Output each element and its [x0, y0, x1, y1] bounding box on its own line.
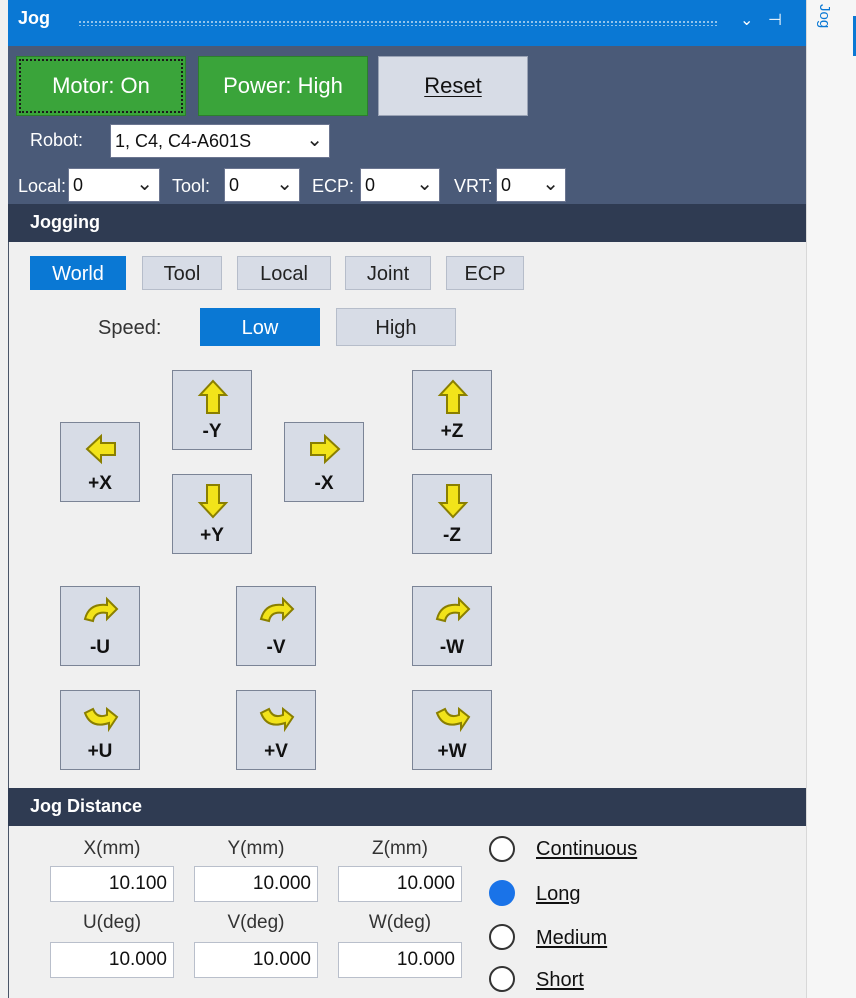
ecp-select-value: 0 — [365, 175, 376, 195]
radio-medium-label[interactable]: Medium — [536, 927, 607, 950]
jog-label: -Z — [443, 525, 461, 546]
pin-icon[interactable]: ⊣ — [768, 10, 782, 30]
side-tab-jog[interactable]: Jog — [813, 4, 856, 64]
arrow-right-icon — [310, 433, 341, 465]
jog-label: -X — [314, 473, 334, 494]
jog-label: +U — [87, 741, 113, 762]
jog-label: +V — [264, 741, 288, 762]
reset-button[interactable]: Reset — [378, 56, 528, 116]
jog-minus-w-button[interactable]: -W — [412, 586, 492, 666]
jog-plus-z-button[interactable]: +Z — [412, 370, 492, 450]
jog-plus-v-button[interactable]: +V — [236, 690, 316, 770]
arrow-down-icon — [437, 484, 469, 519]
local-select[interactable]: 0 ⌄ — [68, 168, 160, 202]
vrt-select[interactable]: 0 ⌄ — [496, 168, 566, 202]
jog-plus-u-button[interactable]: +U — [60, 690, 140, 770]
speed-label: Speed: — [98, 317, 162, 339]
jog-plus-w-button[interactable]: +W — [412, 690, 492, 770]
radio-continuous[interactable] — [489, 836, 515, 862]
robot-label: Robot: — [30, 130, 84, 150]
arrow-left-icon — [85, 433, 116, 465]
vrt-label: VRT: — [454, 176, 493, 196]
y-mm-label: Y(mm) — [227, 838, 285, 859]
titlebar-grip — [78, 20, 718, 26]
mode-joint-button[interactable]: Joint — [345, 256, 431, 290]
jog-label: +X — [88, 473, 112, 494]
mode-ecp-button[interactable]: ECP — [446, 256, 524, 290]
jog-plus-x-button[interactable]: +X — [60, 422, 140, 502]
u-deg-label: U(deg) — [82, 912, 142, 933]
window-titlebar: Jog ⌄ ⊣ — [8, 0, 806, 46]
side-tab-label: Jog — [816, 4, 833, 29]
tool-select[interactable]: 0 ⌄ — [224, 168, 300, 202]
rotate-cw-icon — [435, 596, 471, 623]
jog-distance-section-header: Jog Distance — [8, 788, 806, 826]
arrow-down-icon — [197, 484, 229, 519]
jog-label: -U — [89, 637, 111, 658]
chevron-down-icon: ⌄ — [136, 173, 153, 195]
radio-medium[interactable] — [489, 924, 515, 950]
jog-label: -Y — [202, 421, 222, 442]
jog-minus-z-button[interactable]: -Z — [412, 474, 492, 554]
jog-label: -W — [439, 637, 465, 658]
jog-plus-y-button[interactable]: +Y — [172, 474, 252, 554]
v-deg-input[interactable]: 10.000 — [194, 942, 318, 978]
chevron-down-icon: ⌄ — [306, 129, 323, 151]
jog-label: +Z — [440, 421, 464, 442]
z-mm-label: Z(mm) — [372, 838, 428, 859]
radio-short[interactable] — [489, 966, 515, 992]
local-label: Local: — [18, 176, 67, 196]
mode-local-button[interactable]: Local — [237, 256, 331, 290]
z-mm-input[interactable]: 10.000 — [338, 866, 462, 902]
rotate-ccw-icon — [83, 706, 119, 733]
power-button[interactable]: Power: High — [198, 56, 368, 116]
y-mm-input[interactable]: 10.000 — [194, 866, 318, 902]
jog-label: -V — [266, 637, 286, 658]
v-deg-label: V(deg) — [227, 912, 285, 933]
local-select-value: 0 — [73, 175, 84, 195]
jog-minus-x-button[interactable]: -X — [284, 422, 364, 502]
arrow-up-icon — [197, 379, 229, 414]
x-mm-input[interactable]: 10.100 — [50, 866, 174, 902]
robot-select-value: 1, C4, C4-A601S — [115, 131, 252, 151]
speed-high-button[interactable]: High — [336, 308, 456, 346]
radio-long[interactable] — [489, 880, 515, 906]
radio-short-label[interactable]: Short — [536, 969, 584, 992]
x-mm-label: X(mm) — [83, 838, 141, 859]
radio-continuous-label[interactable]: Continuous — [536, 838, 637, 861]
jog-label: +Y — [200, 525, 224, 546]
side-dock-strip: Jog — [806, 0, 856, 998]
jog-minus-u-button[interactable]: -U — [60, 586, 140, 666]
jogging-header-label: Jogging — [30, 212, 100, 232]
tool-select-value: 0 — [229, 175, 240, 195]
jog-distance-header-label: Jog Distance — [30, 796, 143, 816]
window-title: Jog — [18, 8, 51, 28]
chevron-down-icon: ⌄ — [276, 173, 293, 195]
rotate-ccw-icon — [435, 706, 471, 733]
mode-world-button[interactable]: World — [30, 256, 126, 290]
rotate-ccw-icon — [259, 706, 295, 733]
w-deg-input[interactable]: 10.000 — [338, 942, 462, 978]
jog-label: +W — [437, 741, 467, 762]
radio-long-label[interactable]: Long — [536, 883, 581, 906]
rotate-cw-icon — [259, 596, 295, 623]
w-deg-label: W(deg) — [368, 912, 432, 933]
chevron-down-icon[interactable]: ⌄ — [740, 10, 753, 30]
chevron-down-icon: ⌄ — [542, 173, 559, 195]
tool-label: Tool: — [172, 176, 211, 196]
jogging-section-header: Jogging — [8, 204, 806, 242]
motor-button[interactable]: Motor: On — [16, 56, 186, 116]
jog-minus-y-button[interactable]: -Y — [172, 370, 252, 450]
jog-minus-v-button[interactable]: -V — [236, 586, 316, 666]
vrt-select-value: 0 — [501, 175, 512, 195]
rotate-cw-icon — [83, 596, 119, 623]
robot-select[interactable]: 1, C4, C4-A601S ⌄ — [110, 124, 330, 158]
arrow-up-icon — [437, 379, 469, 414]
u-deg-input[interactable]: 10.000 — [50, 942, 174, 978]
ecp-select[interactable]: 0 ⌄ — [360, 168, 440, 202]
mode-tool-button[interactable]: Tool — [142, 256, 222, 290]
speed-low-button[interactable]: Low — [200, 308, 320, 346]
chevron-down-icon: ⌄ — [416, 173, 433, 195]
ecp-label: ECP: — [312, 176, 355, 196]
